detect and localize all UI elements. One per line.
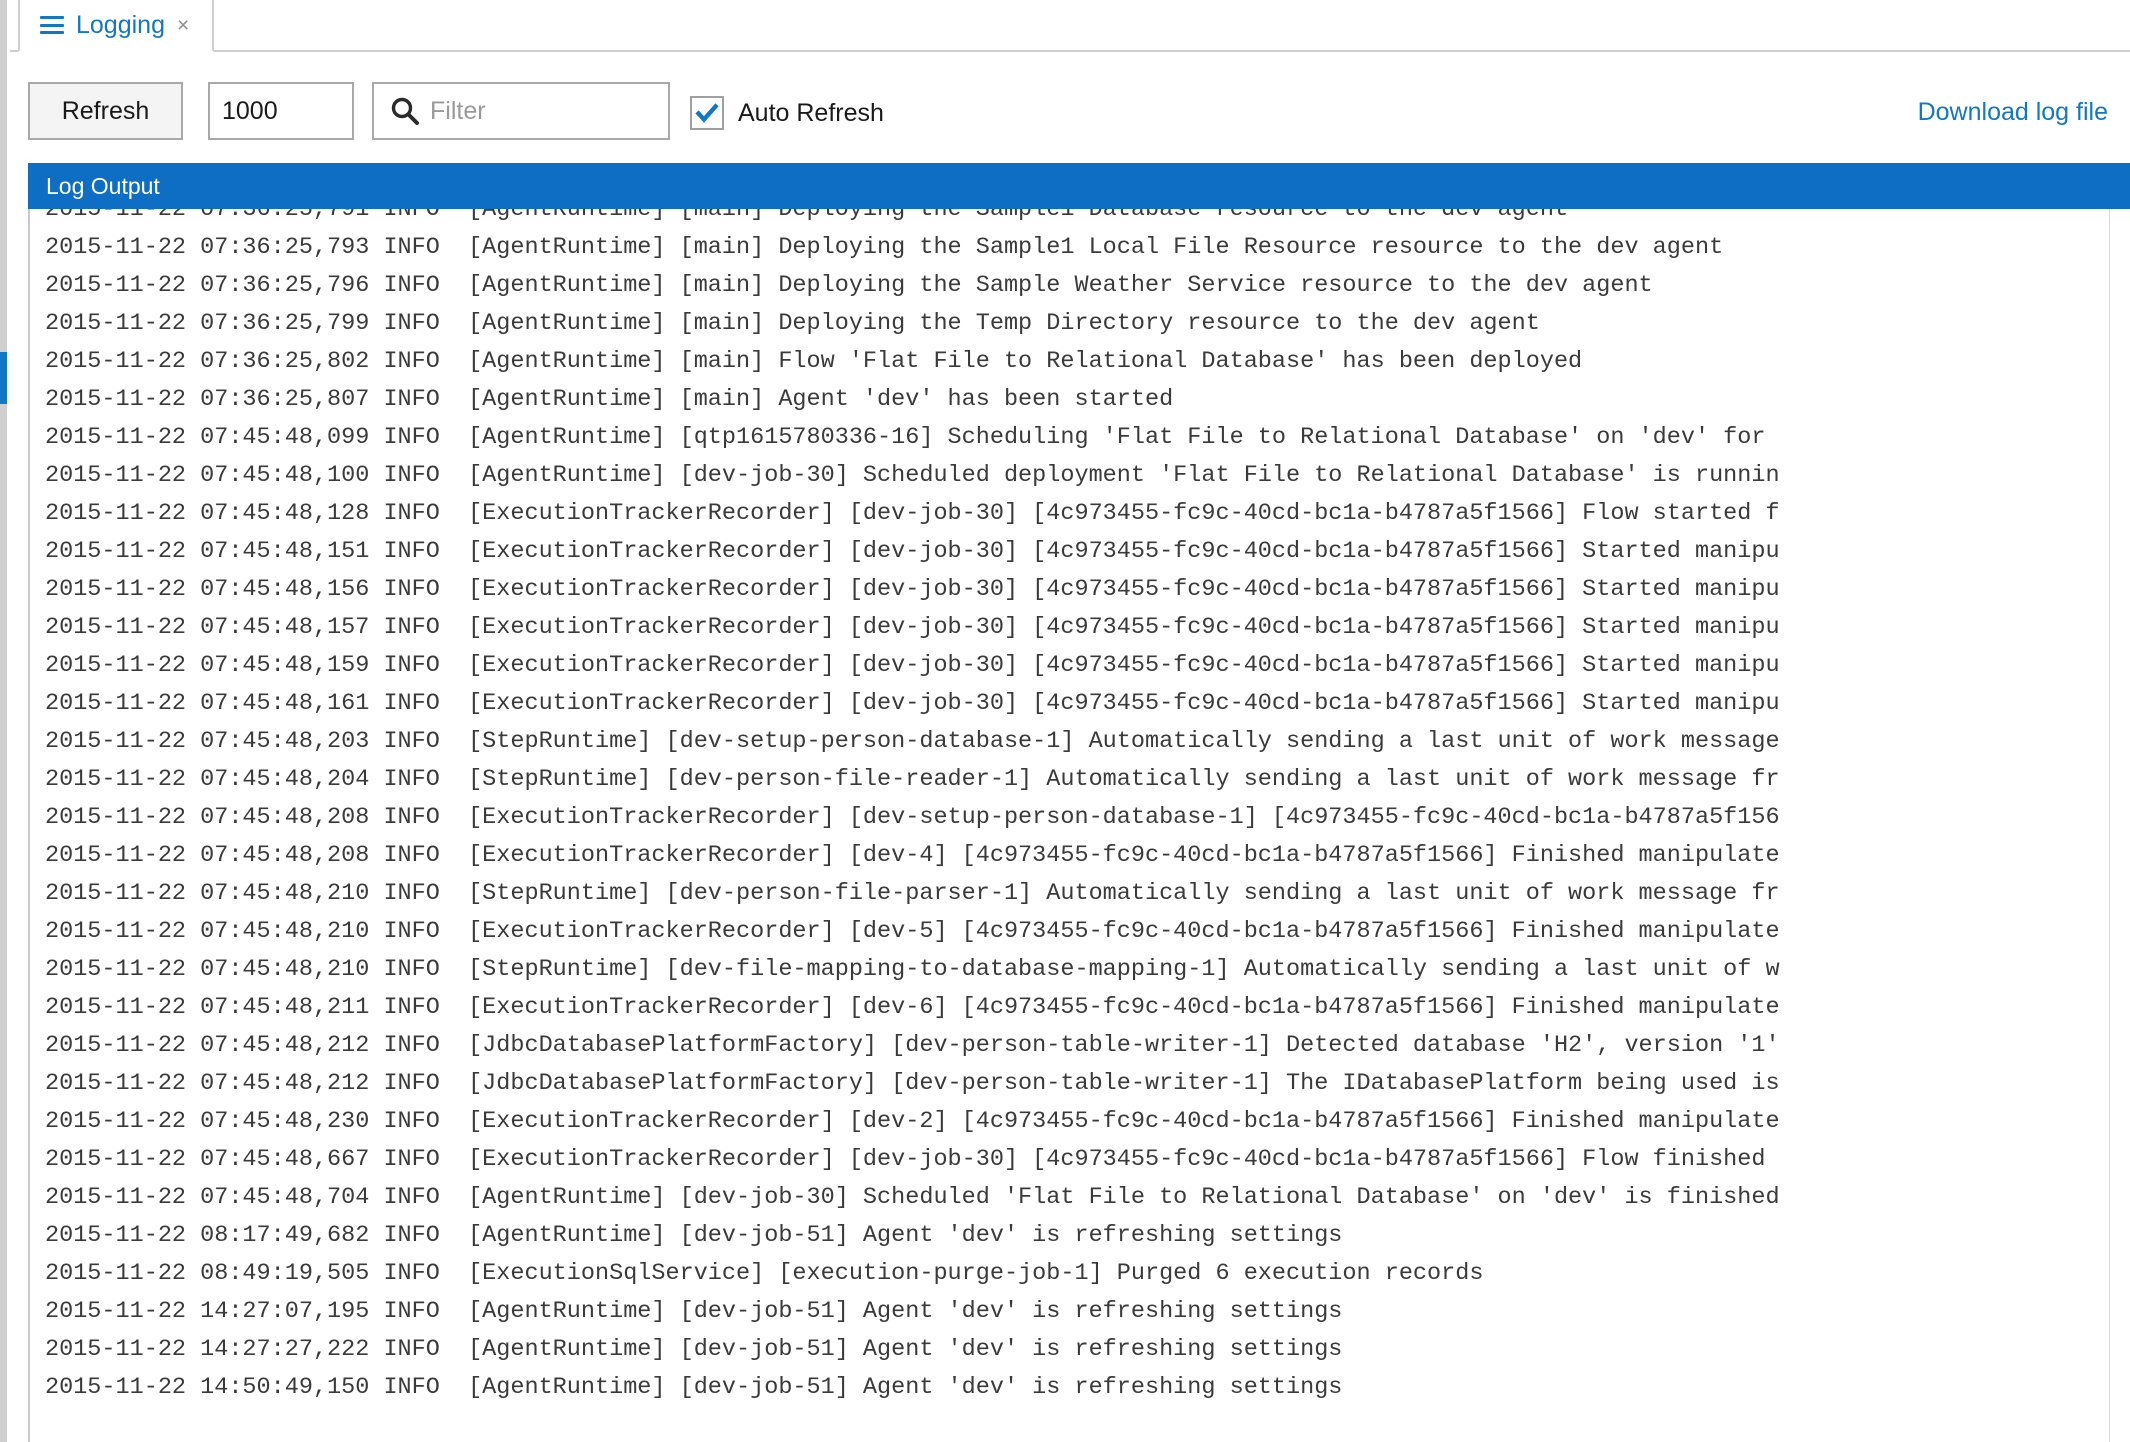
close-icon[interactable]: × — [177, 15, 189, 36]
log-line: 2015-11-22 07:36:25,799 INFO [AgentRunti… — [45, 310, 1540, 337]
log-lines-container: 2015-11-22 07:36:25,791 INFO [AgentRunti… — [32, 209, 2092, 1442]
tab-logging-label: Logging — [76, 10, 165, 39]
log-line: 2015-11-22 07:45:48,667 INFO [ExecutionT… — [45, 1146, 1766, 1173]
log-vertical-scrollbar-thumb[interactable] — [2111, 209, 2129, 1442]
tab-logging[interactable]: Logging × — [18, 0, 214, 52]
log-line: 2015-11-22 07:45:48,099 INFO [AgentRunti… — [45, 424, 1766, 451]
log-line: 2015-11-22 07:45:48,159 INFO [ExecutionT… — [45, 652, 1780, 679]
log-output-panel: Log Output 2015-11-22 07:36:25,791 INFO … — [28, 163, 2130, 1442]
log-line: 2015-11-22 07:45:48,230 INFO [ExecutionT… — [45, 1108, 1780, 1135]
logging-page: Logging × Refresh Auto Refresh — [0, 0, 2130, 1442]
log-line: 2015-11-22 07:45:48,210 INFO [ExecutionT… — [45, 918, 1780, 945]
log-line: 2015-11-22 14:27:07,195 INFO [AgentRunti… — [45, 1298, 1343, 1325]
refresh-button[interactable]: Refresh — [28, 82, 183, 140]
sidebar-splitter-handle[interactable] — [0, 352, 7, 404]
log-line-limit-input[interactable] — [208, 82, 354, 140]
log-line: 2015-11-22 07:45:48,128 INFO [ExecutionT… — [45, 500, 1780, 527]
log-output-body[interactable]: 2015-11-22 07:36:25,791 INFO [AgentRunti… — [28, 209, 2130, 1442]
filter-field-wrapper[interactable] — [372, 82, 670, 140]
auto-refresh-checkbox[interactable] — [690, 96, 724, 130]
log-line: 2015-11-22 07:45:48,212 INFO [JdbcDataba… — [45, 1070, 1780, 1097]
log-line: 2015-11-22 07:45:48,100 INFO [AgentRunti… — [45, 462, 1780, 489]
log-line: 2015-11-22 14:50:49,150 INFO [AgentRunti… — [45, 1374, 1343, 1401]
log-line: 2015-11-22 07:36:25,796 INFO [AgentRunti… — [45, 272, 1653, 299]
log-output-header: Log Output — [28, 163, 2130, 209]
log-line: 2015-11-22 07:45:48,212 INFO [JdbcDataba… — [45, 1032, 1780, 1059]
hamburger-icon — [40, 16, 64, 34]
checkmark-icon — [695, 103, 719, 123]
toolbar: Refresh Auto Refresh Download log file — [10, 52, 2130, 162]
log-line: 2015-11-22 07:45:48,704 INFO [AgentRunti… — [45, 1184, 1780, 1211]
log-line: 2015-11-22 07:45:48,210 INFO [StepRuntim… — [45, 880, 1780, 907]
log-line: 2015-11-22 07:36:25,802 INFO [AgentRunti… — [45, 348, 1583, 375]
log-vertical-scrollbar[interactable] — [2109, 209, 2130, 1442]
window-left-frame — [0, 0, 7, 1442]
log-line: 2015-11-22 07:45:48,210 INFO [StepRuntim… — [45, 956, 1780, 983]
tab-strip: Logging × — [10, 0, 2130, 52]
log-line: 2015-11-22 07:45:48,208 INFO [ExecutionT… — [45, 804, 1780, 831]
log-line: 2015-11-22 07:45:48,157 INFO [ExecutionT… — [45, 614, 1780, 641]
log-line: 2015-11-22 08:49:19,505 INFO [ExecutionS… — [45, 1260, 1484, 1287]
window-left-frame-inner — [7, 0, 10, 1442]
log-line: 2015-11-22 07:36:25,807 INFO [AgentRunti… — [45, 386, 1174, 413]
auto-refresh-label: Auto Refresh — [738, 98, 884, 127]
log-line: 2015-11-22 07:36:25,793 INFO [AgentRunti… — [45, 234, 1724, 261]
search-icon — [388, 94, 422, 128]
log-line: 2015-11-22 07:45:48,208 INFO [ExecutionT… — [45, 842, 1780, 869]
download-log-file-link[interactable]: Download log file — [1918, 98, 2108, 127]
log-line: 2015-11-22 07:45:48,151 INFO [ExecutionT… — [45, 538, 1780, 565]
auto-refresh-control[interactable]: Auto Refresh — [690, 96, 884, 130]
log-line: 2015-11-22 14:27:27,222 INFO [AgentRunti… — [45, 1336, 1343, 1363]
log-line: 2015-11-22 07:45:48,203 INFO [StepRuntim… — [45, 728, 1780, 755]
log-line: 2015-11-22 07:45:48,156 INFO [ExecutionT… — [45, 576, 1780, 603]
log-line: 2015-11-22 07:45:48,211 INFO [ExecutionT… — [45, 994, 1780, 1021]
filter-input[interactable] — [430, 91, 640, 131]
log-line: 2015-11-22 07:45:48,161 INFO [ExecutionT… — [45, 690, 1780, 717]
log-line: 2015-11-22 07:45:48,204 INFO [StepRuntim… — [45, 766, 1780, 793]
log-line: 2015-11-22 07:36:25,791 INFO [AgentRunti… — [45, 209, 1569, 223]
log-line: 2015-11-22 08:17:49,682 INFO [AgentRunti… — [45, 1222, 1343, 1249]
